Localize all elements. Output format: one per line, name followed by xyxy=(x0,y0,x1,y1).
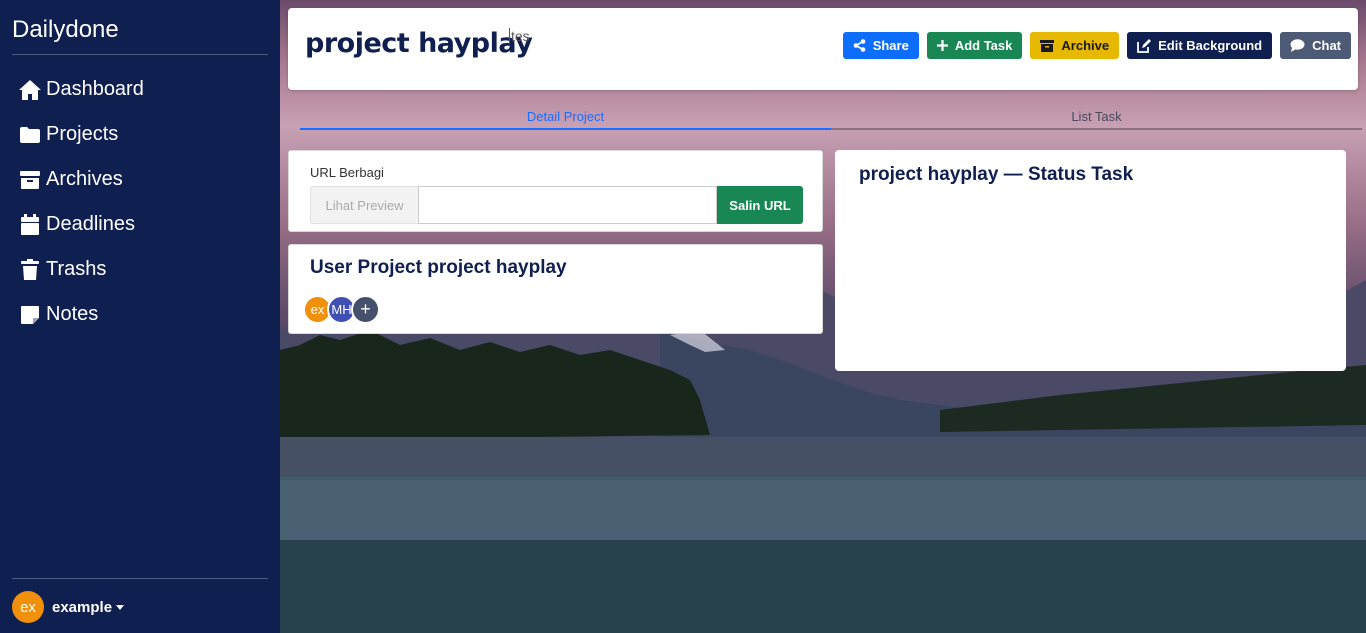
archive-label: Archive xyxy=(1061,38,1110,53)
main-content: project hayplay tes Share Add Task Archi… xyxy=(280,0,1366,633)
sidebar: Dailydone Dashboard Projects Archives De… xyxy=(0,0,280,633)
sidebar-item-dashboard[interactable]: Dashboard xyxy=(18,67,144,112)
share-button[interactable]: Share xyxy=(842,32,919,59)
tab-list-task[interactable]: List Task xyxy=(831,104,1362,128)
sidebar-item-label: Dashboard xyxy=(46,78,144,100)
archive-button[interactable]: Archive xyxy=(1030,32,1120,59)
share-url-input[interactable] xyxy=(418,186,717,224)
sidebar-item-label: Deadlines xyxy=(46,213,135,235)
archive-icon xyxy=(1040,39,1055,52)
sidebar-item-deadlines[interactable]: Deadlines xyxy=(18,202,144,247)
sidebar-item-label: Notes xyxy=(46,303,99,325)
note-icon xyxy=(18,303,42,327)
sidebar-item-projects[interactable]: Projects xyxy=(18,112,144,157)
copy-url-button[interactable]: Salin URL xyxy=(717,186,803,224)
sidebar-divider xyxy=(12,578,268,579)
add-task-button[interactable]: Add Task xyxy=(926,32,1023,59)
sidebar-nav: Dashboard Projects Archives Deadlines Tr… xyxy=(18,67,144,337)
plus-icon xyxy=(936,40,948,51)
project-subtitle: tes xyxy=(509,28,530,44)
sidebar-divider xyxy=(12,54,268,55)
sidebar-item-label: Projects xyxy=(46,123,119,145)
avatar-group: ex MH + xyxy=(303,295,380,324)
brand-name[interactable]: Dailydone xyxy=(12,16,119,44)
sidebar-item-notes[interactable]: Notes xyxy=(18,292,144,337)
sidebar-item-label: Trashs xyxy=(46,258,107,280)
sidebar-item-label: Archives xyxy=(46,168,123,190)
share-url-card: URL Berbagi Lihat Preview Salin URL xyxy=(288,150,823,232)
project-header: project hayplay tes Share Add Task Archi… xyxy=(288,8,1358,90)
edit-background-button[interactable]: Edit Background xyxy=(1127,32,1273,59)
share-url-label: URL Berbagi xyxy=(310,165,384,180)
header-actions: Share Add Task Archive Edit Background C… xyxy=(842,32,1351,59)
archive-icon xyxy=(18,168,42,192)
project-users-card: User Project project hayplay ex MH + xyxy=(288,244,823,334)
avatar: ex xyxy=(12,591,44,623)
user-name: example xyxy=(52,598,113,616)
page-title: project hayplay xyxy=(305,28,533,59)
sidebar-item-archives[interactable]: Archives xyxy=(18,157,144,202)
share-label: Share xyxy=(872,38,909,53)
caret-down-icon xyxy=(116,604,125,610)
share-url-row: Lihat Preview Salin URL xyxy=(310,186,803,224)
calendar-icon xyxy=(18,213,42,237)
status-task-card: project hayplay — Status Task xyxy=(835,150,1346,371)
chat-button[interactable]: Chat xyxy=(1280,32,1351,59)
user-menu[interactable]: ex example xyxy=(12,591,125,623)
folder-icon xyxy=(18,123,42,147)
chat-label: Chat xyxy=(1312,38,1341,53)
status-title: project hayplay — Status Task xyxy=(859,164,1134,185)
add-user-button[interactable]: + xyxy=(351,295,380,324)
home-icon xyxy=(18,78,42,102)
preview-button[interactable]: Lihat Preview xyxy=(310,186,418,224)
edit-icon xyxy=(1137,38,1152,53)
share-icon xyxy=(853,39,866,52)
project-tabs: Detail Project List Task xyxy=(300,104,1362,130)
add-task-label: Add Task xyxy=(954,38,1013,53)
sidebar-item-trashs[interactable]: Trashs xyxy=(18,247,144,292)
chat-icon xyxy=(1290,39,1305,52)
users-title: User Project project hayplay xyxy=(310,257,567,278)
trash-icon xyxy=(18,258,42,282)
edit-background-label: Edit Background xyxy=(1158,38,1263,53)
tab-detail-project[interactable]: Detail Project xyxy=(300,104,831,130)
